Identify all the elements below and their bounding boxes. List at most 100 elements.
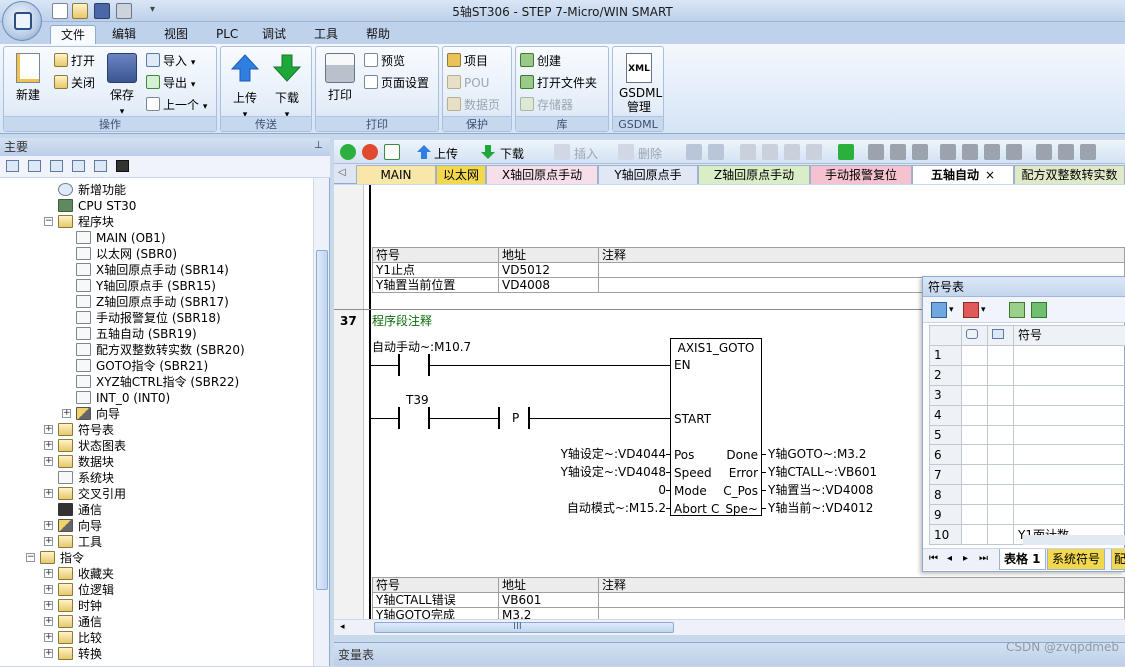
table-row[interactable]: 9 bbox=[930, 505, 1125, 525]
compile-icon[interactable] bbox=[384, 144, 400, 160]
expand-icon[interactable]: + bbox=[44, 425, 53, 434]
insert-icon[interactable] bbox=[554, 144, 570, 160]
comment-flag-cell[interactable] bbox=[988, 465, 1014, 485]
tab-recipe-convert[interactable]: 配方双整数转实数 bbox=[1014, 165, 1125, 184]
line-left-icon[interactable] bbox=[984, 144, 1000, 160]
tab-help[interactable]: 帮助 bbox=[356, 25, 400, 44]
close-button[interactable]: 关闭 bbox=[54, 73, 95, 93]
previous-button[interactable]: 上一个 ▾ bbox=[146, 95, 207, 115]
delete-label[interactable]: 删除 bbox=[638, 145, 662, 162]
row-number-cell[interactable]: 9 bbox=[930, 505, 962, 525]
delete-dropdown-icon[interactable]: ▾ bbox=[981, 305, 986, 315]
tab-y-home-manual[interactable]: Y轴回原点手 bbox=[598, 165, 698, 184]
symbol-cell[interactable] bbox=[1014, 385, 1125, 405]
object-cell[interactable] bbox=[962, 385, 988, 405]
table-view-icon[interactable] bbox=[94, 160, 107, 172]
row-number-cell[interactable]: 7 bbox=[930, 465, 962, 485]
symbol-cell[interactable] bbox=[1014, 425, 1125, 445]
communication-icon[interactable] bbox=[116, 160, 129, 172]
network-comment[interactable]: 程序段注释 bbox=[372, 314, 432, 328]
contact-2-operand[interactable]: T39 bbox=[406, 393, 429, 407]
tab-alarm-reset[interactable]: 手动报警复位 bbox=[810, 165, 912, 184]
download-button[interactable]: 下载▾ bbox=[269, 53, 305, 120]
row-number-cell[interactable]: 8 bbox=[930, 485, 962, 505]
comment-flag-cell[interactable] bbox=[988, 405, 1014, 425]
expand-icon[interactable]: + bbox=[44, 633, 53, 642]
export-dropdown-icon[interactable]: ▾ bbox=[191, 80, 196, 90]
add-symbol-icon[interactable] bbox=[931, 302, 947, 318]
run-icon[interactable] bbox=[340, 144, 356, 160]
object-cell[interactable] bbox=[962, 505, 988, 525]
object-cell[interactable] bbox=[962, 465, 988, 485]
object-cell[interactable] bbox=[962, 365, 988, 385]
expand-icon[interactable]: + bbox=[44, 585, 53, 594]
protect-icon[interactable] bbox=[912, 144, 928, 160]
editor-horizontal-scrollbar[interactable]: ◂ III bbox=[334, 619, 1125, 635]
row-number-cell[interactable]: 4 bbox=[930, 405, 962, 425]
rung-prev-icon[interactable] bbox=[762, 144, 778, 160]
tab-debug[interactable]: 调试 bbox=[252, 25, 296, 44]
scroll-left-icon[interactable]: ◂ bbox=[340, 622, 345, 632]
done-operand[interactable]: Y轴GOTO~:M3.2 bbox=[768, 447, 866, 461]
stop-icon[interactable] bbox=[362, 144, 378, 160]
download-label[interactable]: 下载 bbox=[500, 145, 524, 162]
expand-icon[interactable]: + bbox=[62, 409, 71, 418]
library-memory-button[interactable]: 存储器 bbox=[520, 95, 573, 115]
import-dropdown-icon[interactable]: ▾ bbox=[191, 58, 196, 68]
rung-icon[interactable] bbox=[740, 144, 756, 160]
object-cell[interactable] bbox=[962, 425, 988, 445]
apply-icon[interactable] bbox=[1031, 302, 1047, 318]
monitor-icon[interactable] bbox=[806, 144, 822, 160]
sheet-next-icon[interactable]: ▸ bbox=[963, 553, 968, 564]
comment-flag-cell[interactable] bbox=[988, 425, 1014, 445]
line-right-icon[interactable] bbox=[1006, 144, 1022, 160]
preview-button[interactable]: 预览 bbox=[364, 51, 405, 71]
gsdml-manage-button[interactable]: XML GSDML 管理 bbox=[619, 53, 659, 114]
contact-icon[interactable] bbox=[1036, 144, 1052, 160]
coil-icon[interactable] bbox=[1058, 144, 1074, 160]
expand-icon[interactable]: + bbox=[44, 617, 53, 626]
protect-pou-button[interactable]: POU bbox=[447, 73, 489, 93]
row-number-cell[interactable]: 3 bbox=[930, 385, 962, 405]
mode-operand[interactable]: 0 bbox=[658, 483, 666, 497]
symbol-cell[interactable] bbox=[1014, 465, 1125, 485]
object-cell[interactable] bbox=[962, 525, 988, 545]
tab-scroll-left-icon[interactable]: ◁ bbox=[338, 167, 346, 178]
table-row[interactable]: 6 bbox=[930, 445, 1125, 465]
symbol-table-window[interactable]: 符号表 ▾ ▾ 符号 12345678910Y1面计数 ⏮ ◂ ▸ ⏭ 表格 1… bbox=[922, 276, 1125, 572]
expand-icon[interactable]: + bbox=[44, 537, 53, 546]
comment-flag-cell[interactable] bbox=[988, 505, 1014, 525]
symbol-cell[interactable] bbox=[1014, 445, 1125, 465]
symbol-cell[interactable] bbox=[1014, 345, 1125, 365]
contact-1-operand[interactable]: 自动手动~:M10.7 bbox=[372, 340, 471, 354]
delete-symbol-icon[interactable] bbox=[963, 302, 979, 318]
print-button[interactable]: 打印 bbox=[322, 53, 358, 103]
sheet-first-icon[interactable]: ⏮ bbox=[929, 553, 938, 564]
collapse-icon[interactable]: − bbox=[26, 553, 35, 562]
object-cell[interactable] bbox=[962, 445, 988, 465]
sheet-prev-icon[interactable]: ◂ bbox=[947, 553, 952, 564]
tab-close-icon[interactable]: × bbox=[985, 168, 995, 182]
unlock-icon[interactable] bbox=[890, 144, 906, 160]
goto-icon[interactable] bbox=[838, 144, 854, 160]
insert-label[interactable]: 插入 bbox=[574, 145, 598, 162]
table-row[interactable]: 7 bbox=[930, 465, 1125, 485]
object-cell[interactable] bbox=[962, 345, 988, 365]
symbol-cell[interactable] bbox=[1014, 405, 1125, 425]
protect-data-page-button[interactable]: 数据页 bbox=[447, 95, 500, 115]
tab-ethernet[interactable]: 以太网 bbox=[436, 165, 486, 184]
contact-1-left[interactable] bbox=[398, 354, 400, 376]
comment-flag-cell[interactable] bbox=[988, 345, 1014, 365]
object-cell[interactable] bbox=[962, 485, 988, 505]
symbol-table-title[interactable]: 符号表 bbox=[923, 277, 1125, 297]
previous-dropdown-icon[interactable]: ▾ bbox=[203, 102, 208, 112]
lock-icon[interactable] bbox=[868, 144, 884, 160]
project-tree-scrollbar[interactable] bbox=[313, 178, 329, 666]
upload-button[interactable]: 上传▾ bbox=[227, 53, 263, 120]
row-number-cell[interactable]: 6 bbox=[930, 445, 962, 465]
tab-plc[interactable]: PLC bbox=[206, 25, 248, 44]
tab-five-axis-auto[interactable]: 五轴自动× bbox=[912, 165, 1014, 184]
box-icon[interactable] bbox=[1080, 144, 1096, 160]
tab-x-home-manual[interactable]: X轴回原点手动 bbox=[486, 165, 598, 184]
comment-flag-cell[interactable] bbox=[988, 365, 1014, 385]
